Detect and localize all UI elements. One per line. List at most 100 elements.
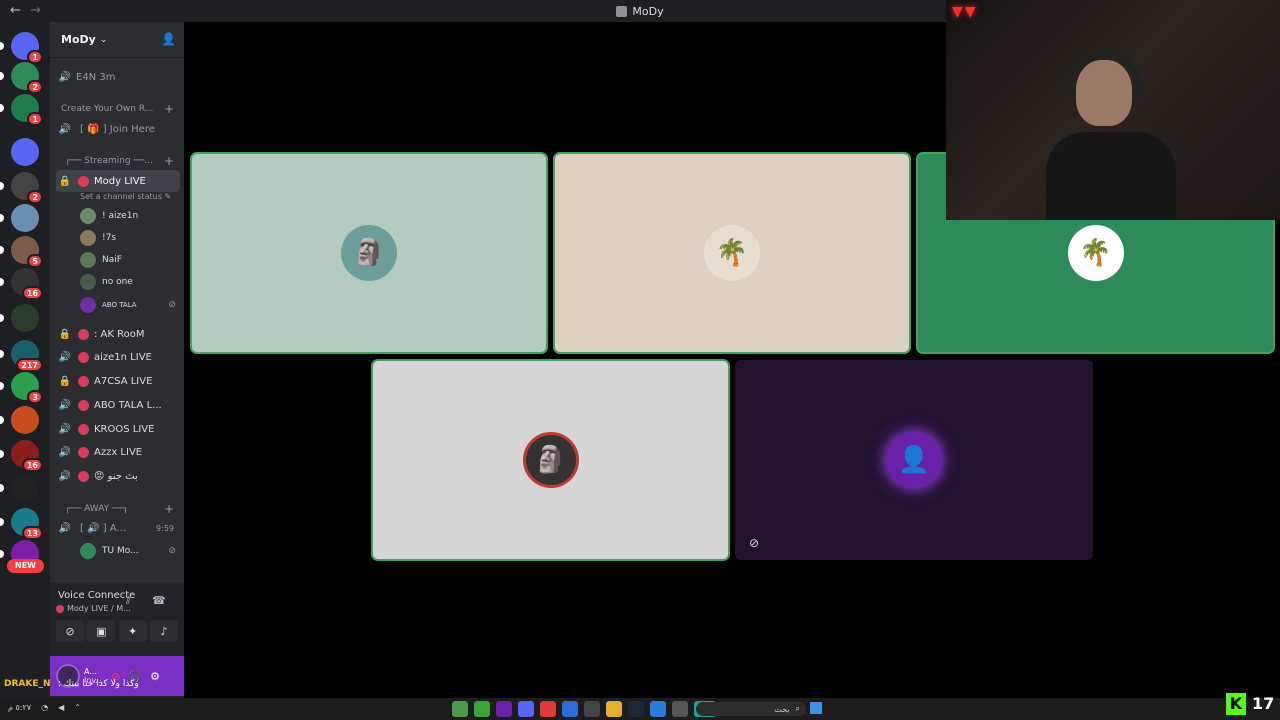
unread-pill [0,416,4,424]
soundboard-icon[interactable]: ♪ [149,620,178,642]
avatar [80,252,96,268]
server-icon[interactable]: 2 [11,172,43,204]
gear-icon[interactable]: ⚙ [150,670,160,683]
member-tu-mo[interactable]: TU Mo... ⊘ [80,541,180,561]
taskbar-apps [452,701,716,717]
server-icon[interactable]: 217 [11,340,43,372]
server-icon[interactable]: 16 [11,440,43,472]
voice-member[interactable]: no one [80,272,180,292]
xbox-icon[interactable] [474,701,490,717]
app-icon[interactable] [452,701,468,717]
unread-pill [0,382,4,390]
muted-icon: ⊘ [168,300,176,310]
live-dot-icon [78,446,89,458]
avatar [80,297,96,313]
forward-arrow-icon[interactable]: → [30,3,41,18]
voice-channel[interactable]: 🔊 😡 بث جنو [56,465,180,487]
add-channel-icon[interactable]: + [164,102,174,116]
voice-channel[interactable]: 🔊 Azzx LIVE [56,441,180,463]
headphones-icon [1068,50,1142,94]
channel-join-here[interactable]: 🔊 [ 🎁 ] Join Here [56,118,180,140]
app-icon[interactable] [650,701,666,717]
set-channel-status[interactable]: Set a channel status ✎ [80,192,171,201]
server-icon[interactable]: 5 [11,236,43,268]
avatar [80,230,96,246]
channel-label: E4N 3m [76,71,116,83]
tile-abo-tala[interactable]: 👤 ⊘ [735,360,1093,560]
screen-share-icon[interactable]: ▣ [87,620,116,642]
voice-status[interactable]: Voice Connecte [58,590,135,601]
avatar [80,543,96,559]
new-badge[interactable]: NEW [7,559,44,573]
server-icon[interactable]: 16 [11,268,43,300]
tile-aize1n[interactable]: 🗿 [190,152,548,354]
window-title: MoDy [616,5,664,18]
volume-icon[interactable]: ◀ [58,703,64,712]
chrome-icon[interactable] [562,701,578,717]
folder-icon[interactable] [606,701,622,717]
invite-people-icon[interactable]: 👤 [161,32,176,46]
server-icon[interactable] [11,204,39,232]
server-icon[interactable]: 2 [11,62,43,94]
unread-pill [0,484,4,492]
app-icon[interactable] [540,701,556,717]
tile-7s[interactable]: 🌴 [553,152,911,354]
voice-channel[interactable]: 🔊 KROOS LIVE [56,418,180,440]
server-icon[interactable] [11,474,39,502]
channel-away[interactable]: 🔊 [ 🔊 ] A... 9:59 [56,517,180,539]
discord-icon[interactable] [518,701,534,717]
voice-member[interactable]: NaiF [80,250,180,270]
camera-off-icon[interactable]: ⊘ [56,620,84,642]
member-name: ! aize1n [102,211,139,221]
voice-member[interactable]: ! aize1n [80,206,180,226]
voice-member[interactable]: ABO TALA ⊘ [80,295,180,315]
category-away[interactable]: ┌── AWAY ──┐ + [56,500,180,518]
guild-name: MoDy [61,33,96,46]
channel-label: : AK RooM [94,328,145,340]
back-arrow-icon[interactable]: ← [10,3,21,18]
voice-member[interactable]: !7s [80,228,180,248]
speaker-icon: 🔊 [58,399,72,411]
server-icon[interactable] [11,406,39,434]
app-icon[interactable] [584,701,600,717]
kick-logo: K [1226,693,1246,715]
taskbar-search[interactable]: بحث ⌕ [696,702,806,716]
noise-suppression-icon[interactable]: ⫽ [126,594,131,608]
avatar: 👤 [886,432,942,488]
add-channel-icon[interactable]: + [164,502,174,516]
guild-header[interactable]: MoDy ⌄ 👤 [50,22,184,58]
tile-no-one[interactable]: 🗿 [371,359,730,561]
speaker-icon: 🔊 [58,423,72,435]
server-icon[interactable]: 1 [11,32,43,64]
disconnect-icon[interactable]: ☎ [152,594,166,607]
avatar [80,274,96,290]
live-dot-icon [78,399,89,411]
search-icon: ⌕ [795,704,800,713]
server-icon[interactable]: 13 [11,508,43,540]
voice-channel[interactable]: 🔊 ABO TALA L... [56,394,180,416]
live-dot-icon [78,175,89,187]
channel-label: A7CSA LIVE [94,375,153,387]
channel-e4n[interactable]: 🔊 E4N 3m [56,66,180,88]
activities-icon[interactable]: ✦ [118,620,147,642]
voice-channel[interactable]: 🔒 A7CSA LIVE [56,370,180,392]
live-dot-icon [78,423,89,435]
category-create-room[interactable]: Create Your Own R... + [56,100,180,118]
away-timer: 9:59 [156,523,174,533]
steam-icon[interactable] [628,701,644,717]
windows-start-icon[interactable] [810,702,822,714]
app-icon[interactable] [672,701,688,717]
voice-channel[interactable]: 🔒: AK RooM [56,323,180,345]
app-icon[interactable] [496,701,512,717]
server-icon[interactable] [11,138,39,166]
add-channel-icon[interactable]: + [164,154,174,168]
chevron-up-icon[interactable]: ⌃ [74,703,81,712]
category-streaming[interactable]: ┌── Streaming ──... + [56,152,180,170]
server-icon[interactable] [11,304,39,332]
server-icon[interactable]: 3 [11,372,43,404]
voice-channel[interactable]: 🔊 aize1n LIVE [56,346,180,368]
live-dot-icon [78,375,89,387]
channel-mody-live[interactable]: 🔒 Mody LIVE [56,170,180,192]
wifi-icon[interactable]: ◔ [41,703,48,712]
server-icon[interactable]: 1 [11,94,43,126]
